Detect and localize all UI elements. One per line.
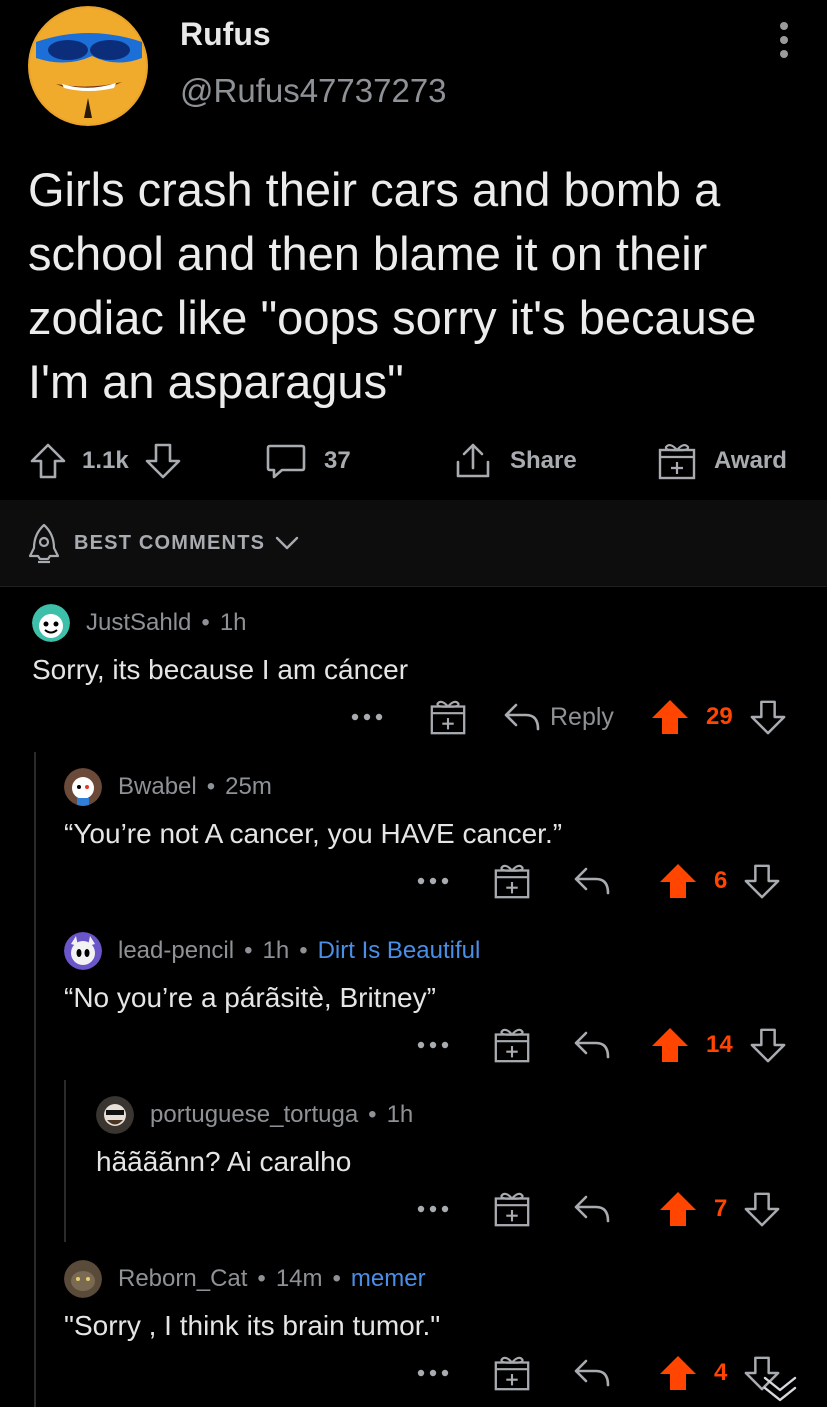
award-button[interactable]: Award (656, 432, 787, 490)
upvote-icon[interactable] (650, 1025, 690, 1065)
award-icon (656, 440, 698, 482)
upvote-icon[interactable] (658, 1353, 698, 1393)
comment-actions: 6 (0, 856, 827, 906)
comment-header: Reborn_Cat • 14m • memer (64, 1260, 426, 1298)
comment-header: portuguese_tortuga • 1h (96, 1096, 413, 1134)
comment-actions: 7 (0, 1184, 827, 1234)
avatar[interactable] (64, 932, 102, 970)
award-icon[interactable] (492, 1348, 532, 1398)
comment-text: hããããnn? Ai caralho (96, 1146, 352, 1177)
award-label: Award (714, 447, 787, 474)
share-button[interactable]: Share (452, 432, 577, 490)
comments-button[interactable]: 37 (264, 432, 351, 490)
more-icon[interactable] (350, 692, 384, 742)
comment-icon (264, 440, 308, 482)
avatar[interactable] (64, 768, 102, 806)
downvote-icon[interactable] (743, 862, 781, 900)
post-action-bar: 1.1k 37 Share Award (0, 432, 827, 490)
reply-button[interactable] (572, 1020, 612, 1070)
author-handle[interactable]: @Rufus47737273 (180, 72, 447, 110)
award-icon[interactable] (492, 1020, 532, 1070)
timestamp: 1h (219, 609, 247, 636)
upvote-icon[interactable] (28, 441, 68, 481)
avatar[interactable] (64, 1260, 102, 1298)
sort-label[interactable]: BEST COMMENTS (74, 532, 265, 555)
award-icon[interactable] (428, 692, 468, 742)
share-label: Share (510, 447, 577, 474)
more-icon[interactable] (416, 1184, 450, 1234)
comment-text: Sorry, its because I am cáncer (32, 654, 409, 685)
timestamp: 25m (225, 773, 272, 800)
user-flair: memer (350, 1265, 426, 1292)
comment-sort-bar[interactable]: BEST COMMENTS (0, 500, 827, 587)
downvote-icon[interactable] (749, 698, 787, 736)
vote-group: 7 (658, 1184, 781, 1234)
timestamp: 14m (275, 1265, 323, 1292)
upvote-icon[interactable] (650, 697, 690, 737)
vote-count: 4 (714, 1359, 728, 1386)
vote-group: 14 (650, 1020, 787, 1070)
thread-line[interactable] (34, 752, 36, 1407)
author-name[interactable]: Rufus (180, 16, 271, 53)
upvote-icon[interactable] (658, 861, 698, 901)
reply-button[interactable] (572, 1348, 612, 1398)
comment-text: "Sorry , I think its brain tumor." (64, 1310, 441, 1341)
post-vote-group: 1.1k (28, 432, 183, 490)
vote-group: 29 (650, 692, 787, 742)
timestamp: 1h (262, 937, 290, 964)
comment-text: “No you’re a párãsitè, Britney” (64, 982, 436, 1013)
reply-button[interactable] (572, 1184, 612, 1234)
avatar[interactable] (96, 1096, 134, 1134)
reply-icon (572, 1357, 612, 1389)
comment-header: JustSahld • 1h (32, 604, 247, 642)
comment-actions: Reply 29 (0, 692, 827, 742)
chevron-down-icon[interactable] (275, 535, 299, 551)
reply-label: Reply (550, 702, 614, 731)
username[interactable]: JustSahld (86, 609, 191, 637)
avatar[interactable] (32, 604, 70, 642)
post-text: Girls crash their cars and bomb a school… (28, 163, 757, 408)
user-flair: Dirt Is Beautiful (317, 937, 481, 964)
downvote-icon[interactable] (743, 1190, 781, 1228)
timestamp: 1h (386, 1101, 414, 1128)
author-avatar[interactable] (26, 6, 150, 126)
upvote-icon[interactable] (658, 1189, 698, 1229)
rocket-icon (24, 522, 64, 564)
collapse-chevron-icon[interactable] (762, 1374, 798, 1404)
reply-button[interactable]: Reply (502, 692, 614, 742)
username[interactable]: Bwabel (118, 773, 197, 801)
username[interactable]: lead-pencil (118, 937, 234, 965)
vote-group: 6 (658, 856, 781, 906)
vote-count: 6 (714, 867, 728, 894)
reply-button[interactable] (572, 856, 612, 906)
reply-icon (572, 1193, 612, 1225)
comment-count: 37 (324, 447, 351, 474)
vote-count: 14 (706, 1031, 733, 1058)
downvote-icon[interactable] (749, 1026, 787, 1064)
vote-count: 29 (706, 703, 733, 730)
comment-actions: 4 (0, 1348, 827, 1398)
downvote-icon[interactable] (143, 441, 183, 481)
more-icon[interactable] (416, 856, 450, 906)
reply-icon (572, 865, 612, 897)
more-icon[interactable] (416, 1348, 450, 1398)
award-icon[interactable] (492, 1184, 532, 1234)
username[interactable]: portuguese_tortuga (150, 1101, 358, 1129)
share-icon (452, 440, 494, 482)
kebab-menu-icon[interactable] (770, 20, 798, 60)
comment-header: Bwabel • 25m (64, 768, 272, 806)
reply-icon (502, 701, 542, 733)
reply-icon (572, 1029, 612, 1061)
comment-text: “You’re not A cancer, you HAVE cancer.” (64, 818, 563, 849)
username[interactable]: Reborn_Cat (118, 1265, 247, 1293)
comment-actions: 14 (0, 1020, 827, 1070)
vote-count: 7 (714, 1195, 728, 1222)
comment-header: lead-pencil • 1h • Dirt Is Beautiful (64, 932, 480, 970)
post-score: 1.1k (82, 447, 129, 474)
more-icon[interactable] (416, 1020, 450, 1070)
award-icon[interactable] (492, 856, 532, 906)
